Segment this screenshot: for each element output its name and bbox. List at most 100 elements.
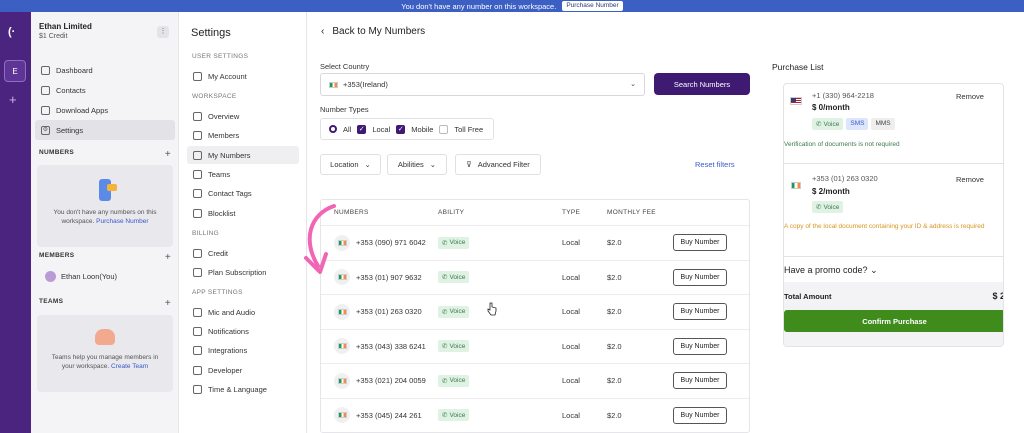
teams-section-header[interactable]: TEAMS + <box>39 298 171 309</box>
country-value: +353(Ireland) <box>343 80 388 89</box>
purchase-list: +1 (330) 964-2218 $ 0/month Remove ✆ Voic… <box>783 83 1004 347</box>
search-numbers-button[interactable]: Search Numbers <box>654 73 750 95</box>
back-link[interactable]: ‹ Back to My Numbers <box>321 26 425 37</box>
settings-item-blocklist[interactable]: Blocklist <box>187 204 299 222</box>
sidebar: Ethan Limited $1 Credit ⋮ Dashboard Cont… <box>31 12 179 433</box>
sms-badge: SMS <box>846 118 869 130</box>
add-team-icon[interactable]: + <box>165 298 171 309</box>
purchase-number-link[interactable]: Purchase Number <box>96 218 148 225</box>
remove-button[interactable]: Remove <box>956 92 984 101</box>
buy-number-button[interactable]: Buy Number <box>673 337 727 355</box>
buy-number-button[interactable]: Buy Number <box>673 372 727 390</box>
settings-item-plan-subscription[interactable]: Plan Subscription <box>187 263 299 281</box>
sidebar-item-contacts[interactable]: Contacts <box>35 80 175 100</box>
banner-purchase-button[interactable]: Purchase Number <box>562 1 623 11</box>
select-country-label: Select Country <box>320 62 370 71</box>
settings-item-credit[interactable]: Credit <box>187 244 299 262</box>
settings-item-overview[interactable]: Overview <box>187 107 299 125</box>
settings-item-mic-audio[interactable]: Mic and Audio <box>187 303 299 321</box>
ireland-flag-icon <box>337 377 347 384</box>
total-section: Total Amount $ 2 Confirm Purchase <box>784 282 1003 346</box>
number-type-filter: All ✓ Local ✓ Mobile Toll Free <box>320 118 494 140</box>
toll-free-checkbox[interactable] <box>439 124 449 134</box>
country-select[interactable]: +353(Ireland) ⌄ <box>320 73 645 96</box>
dashboard-icon <box>41 65 50 75</box>
chevron-left-icon: ‹ <box>321 26 325 37</box>
workspace-avatar-button[interactable]: E <box>4 60 26 82</box>
abilities-filter[interactable]: Abilities ⌄ <box>387 154 447 175</box>
numbers-empty-card: You don't have any numbers on this works… <box>37 165 173 247</box>
number-type: Local <box>562 341 580 351</box>
member-item[interactable]: Ethan Loon(You) <box>45 271 117 282</box>
banner-text: You don't have any number on this worksp… <box>401 1 557 11</box>
voice-badge: ✆ Voice <box>812 118 844 130</box>
remove-button[interactable]: Remove <box>956 175 984 184</box>
all-radio[interactable] <box>329 125 337 133</box>
hand-cursor-icon <box>487 302 497 316</box>
phone-number: +353 (043) 338 6241 <box>356 341 426 351</box>
voice-badge: ✆ Voice <box>438 305 470 318</box>
phone-number: +353 (01) 907 9632 <box>356 272 422 282</box>
promo-code-toggle[interactable]: Have a promo code? ⌄ <box>784 256 1003 276</box>
number-type: Local <box>562 410 580 420</box>
add-workspace-icon[interactable]: + <box>9 92 17 107</box>
phone-number: +353 (045) 244 261 <box>356 410 422 420</box>
buy-number-button[interactable]: Buy Number <box>673 234 727 252</box>
settings-title: Settings <box>191 27 231 39</box>
sidebar-item-download-apps[interactable]: Download Apps <box>35 100 175 120</box>
create-team-link[interactable]: Create Team <box>111 363 148 370</box>
ireland-flag-icon <box>337 343 347 350</box>
purchase-list-title: Purchase List <box>772 62 824 72</box>
phone-illustration-icon <box>99 179 117 201</box>
local-checkbox[interactable]: ✓ <box>357 124 367 134</box>
number-type: Local <box>562 272 580 282</box>
members-section-header[interactable]: MEMBERS + <box>39 252 171 263</box>
add-member-icon[interactable]: + <box>165 252 171 263</box>
confirm-purchase-button[interactable]: Confirm Purchase <box>784 310 1003 332</box>
settings-item-notifications[interactable]: Notifications <box>187 322 299 340</box>
number-types-label: Number Types <box>320 105 369 114</box>
user-icon <box>193 71 202 81</box>
ireland-flag-icon <box>329 81 338 88</box>
filter-icon: ⊽ <box>466 160 472 169</box>
main-content: ‹ Back to My Numbers Select Country +353(… <box>307 12 757 433</box>
numbers-section-header[interactable]: NUMBERS + <box>39 149 171 160</box>
add-number-icon[interactable]: + <box>165 149 171 160</box>
globe-icon <box>193 384 202 394</box>
gear-icon: ⚙ <box>41 125 50 135</box>
reset-filters-link[interactable]: Reset filters <box>695 160 735 169</box>
table-row: +353 (043) 338 6241 ✆ Voice Local $2.0 Bu… <box>321 330 749 364</box>
settings-item-members[interactable]: Members <box>187 126 299 144</box>
settings-item-my-account[interactable]: My Account <box>187 67 299 85</box>
monthly-fee: $2.0 <box>607 307 622 317</box>
settings-item-integrations[interactable]: Integrations <box>187 341 299 359</box>
location-filter[interactable]: Location ⌄ <box>320 154 381 175</box>
workspace-label: WORKSPACE <box>192 93 237 100</box>
voice-badge: ✆ Voice <box>438 409 470 422</box>
settings-panel: Settings USER SETTINGS My Account WORKSP… <box>179 12 307 433</box>
mobile-checkbox[interactable]: ✓ <box>396 124 406 134</box>
settings-item-developer[interactable]: Developer <box>187 361 299 379</box>
download-icon <box>41 105 50 115</box>
sidebar-item-settings[interactable]: ⚙ Settings <box>35 120 175 140</box>
advanced-filter-button[interactable]: ⊽ Advanced Filter <box>455 154 541 175</box>
settings-item-contact-tags[interactable]: Contact Tags <box>187 184 299 202</box>
buy-number-button[interactable]: Buy Number <box>673 303 727 321</box>
org-menu-icon[interactable]: ⋮ <box>157 26 169 38</box>
table-row: +353 (090) 971 6042 ✆ Voice Local $2.0 Bu… <box>321 226 749 261</box>
buy-number-button[interactable]: Buy Number <box>673 406 727 424</box>
phone-icon: ✆ <box>442 308 448 316</box>
purchase-number: +353 (01) 263 0320 <box>812 174 878 183</box>
settings-item-time-language[interactable]: Time & Language <box>187 380 299 398</box>
phone-icon: ✆ <box>442 274 448 282</box>
chevron-down-icon: ⌄ <box>870 265 878 275</box>
phone-icon: ✆ <box>442 412 448 420</box>
sidebar-item-dashboard[interactable]: Dashboard <box>35 60 175 80</box>
app-settings-label: APP SETTINGS <box>192 289 243 296</box>
phone-icon: ✆ <box>442 343 448 351</box>
contacts-icon <box>41 85 50 95</box>
number-type: Local <box>562 238 580 248</box>
buy-number-button[interactable]: Buy Number <box>673 268 727 286</box>
settings-item-teams[interactable]: Teams <box>187 165 299 183</box>
settings-item-my-numbers[interactable]: My Numbers <box>187 146 299 164</box>
